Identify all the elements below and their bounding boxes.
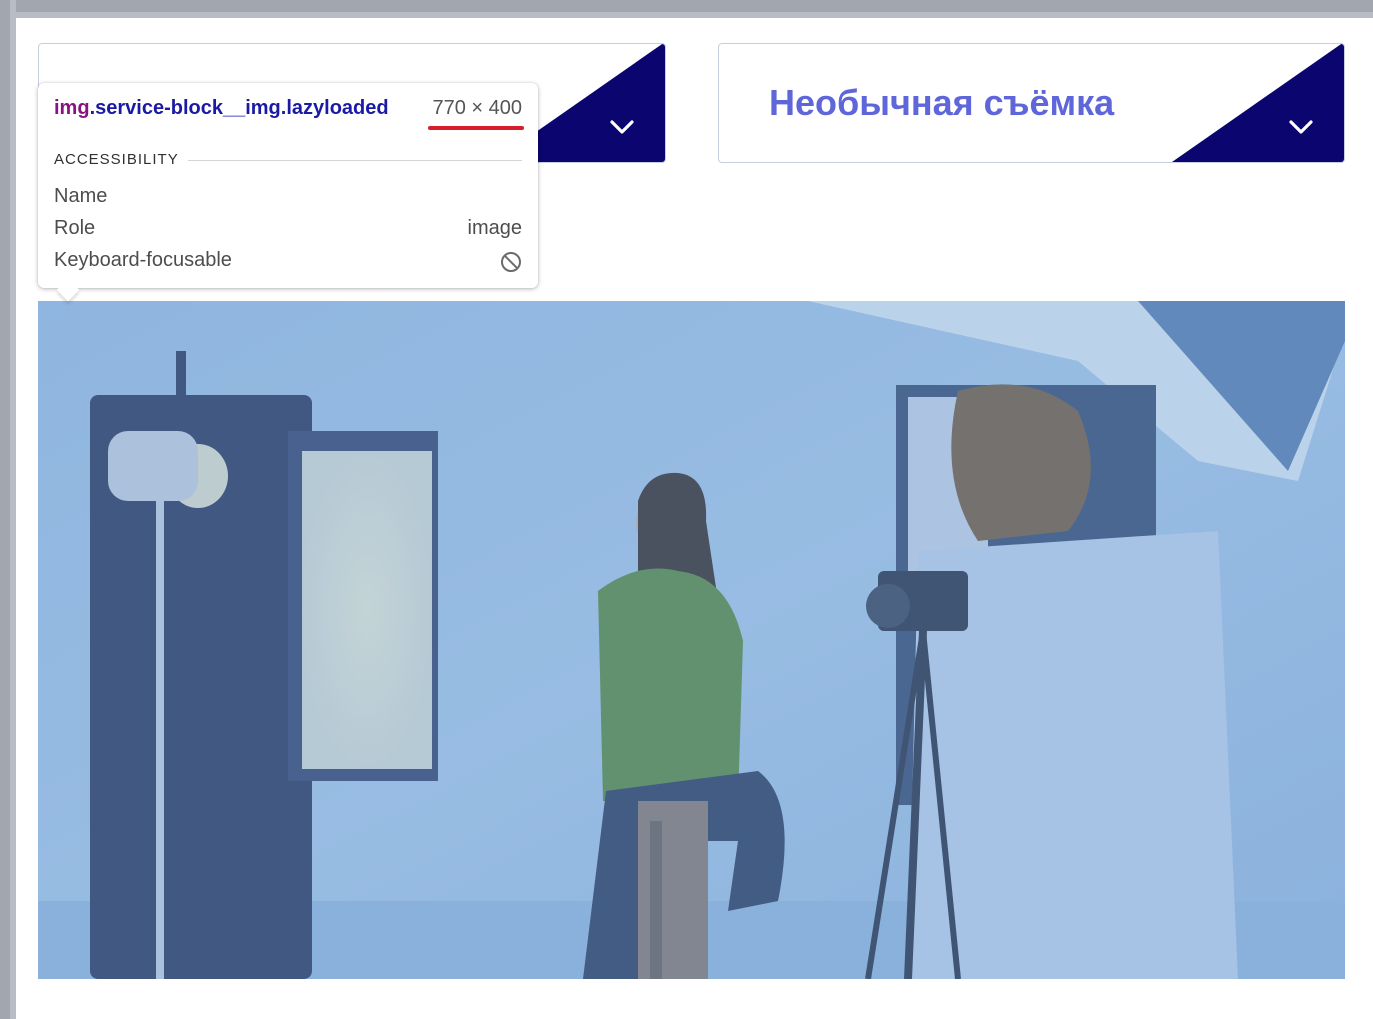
dimensions-highlight-underline xyxy=(428,126,524,130)
window-frame-top-edge xyxy=(0,0,1373,12)
tooltip-row-label: Keyboard-focusable xyxy=(54,249,232,271)
tooltip-arrow xyxy=(56,278,80,302)
service-card-title: Необычная съёмка xyxy=(769,82,1115,123)
tooltip-divider xyxy=(188,160,522,161)
tooltip-row-keyboard-focusable: Keyboard-focusable xyxy=(54,249,522,277)
service-card-2[interactable]: Необычная съёмка xyxy=(718,43,1345,163)
chevron-down-icon[interactable] xyxy=(1288,118,1314,136)
devtools-inspect-tooltip: img.service-block__img.lazyloaded 770 × … xyxy=(38,83,538,302)
tooltip-selector: img.service-block__img.lazyloaded xyxy=(54,97,389,120)
not-allowed-icon xyxy=(501,252,521,272)
service-block-image xyxy=(38,301,1345,979)
tooltip-dimensions: 770 × 400 xyxy=(432,97,522,119)
tooltip-row-role: Role image xyxy=(54,217,522,245)
tooltip-class: .service-block__img.lazyloaded xyxy=(89,97,389,119)
card-corner-accent xyxy=(1172,44,1344,162)
tooltip-row-name: Name xyxy=(54,185,522,213)
tooltip-row-value: image xyxy=(467,217,522,239)
tooltip-section-label: ACCESSIBILITY xyxy=(54,151,179,168)
chevron-down-icon[interactable] xyxy=(609,118,635,136)
tooltip-tag: img xyxy=(54,97,90,119)
window-frame-left-edge xyxy=(0,0,10,1019)
tooltip-row-label: Name xyxy=(54,185,108,207)
tooltip-row-label: Role xyxy=(54,217,96,239)
